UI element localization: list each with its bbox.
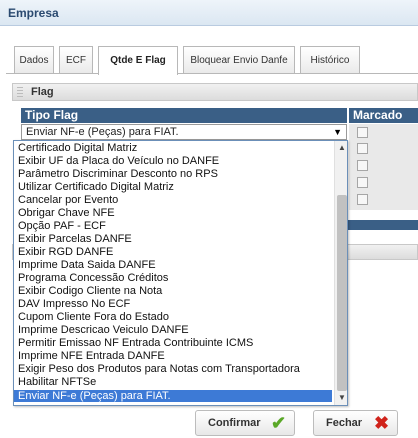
marcado-checkbox[interactable] xyxy=(357,160,368,171)
checkmark-icon: ✔ xyxy=(271,413,287,433)
tab-divider xyxy=(6,73,418,74)
dropdown-option[interactable]: Obrigar Chave NFE xyxy=(14,207,332,219)
dropdown-option-selected[interactable]: Enviar NF-e (Peças) para FIAT. xyxy=(14,390,332,402)
window-title: Empresa xyxy=(8,6,59,20)
tab-bloquear-envio-danfe[interactable]: Bloquear Envio Danfe xyxy=(183,46,295,74)
scroll-down-arrow-icon[interactable]: ▼ xyxy=(335,391,347,405)
scrollbar-thumb[interactable] xyxy=(337,195,347,391)
dropdown-option[interactable]: Opção PAF - ECF xyxy=(14,220,332,232)
dropdown-option[interactable]: Imprime NFE Entrada DANFE xyxy=(14,350,332,362)
tab-qtde-e-flag[interactable]: Qtde E Flag xyxy=(98,46,178,75)
dropdown-scrollbar[interactable]: ▲ ▼ xyxy=(334,141,347,405)
dropdown-option[interactable]: Utilizar Certificado Digital Matriz xyxy=(14,181,332,193)
close-button[interactable]: Fechar ✖ xyxy=(313,410,398,436)
tipo-flag-select[interactable]: Enviar NF-e (Peças) para FIAT. ▼ xyxy=(21,124,347,140)
flag-panel-header: Flag xyxy=(12,83,418,101)
marcado-checkbox[interactable] xyxy=(357,194,368,205)
grip-icon xyxy=(17,87,23,97)
dropdown-arrow-icon[interactable]: ▼ xyxy=(333,125,342,139)
dropdown-option[interactable]: Programa Concessão Créditos xyxy=(14,272,332,284)
tipo-flag-dropdown-list: Certificado Digital Matriz Exibir UF da … xyxy=(13,140,348,406)
confirm-button-label: Confirmar xyxy=(208,417,261,429)
dropdown-option[interactable]: Exibir RGD DANFE xyxy=(14,246,332,258)
marcado-checkbox[interactable] xyxy=(357,127,368,138)
flag-panel-title: Flag xyxy=(31,86,54,98)
close-x-icon: ✖ xyxy=(374,413,390,433)
tab-historico[interactable]: Histórico xyxy=(300,46,360,74)
dropdown-option[interactable]: Imprime Descricao Veiculo DANFE xyxy=(14,324,332,336)
dropdown-option[interactable]: Permitir Emissao NF Entrada Contribuinte… xyxy=(14,337,332,349)
dropdown-option[interactable]: Parâmetro Discriminar Desconto no RPS xyxy=(14,168,332,180)
dropdown-option[interactable]: DAV Impresso No ECF xyxy=(14,298,332,310)
tab-dados[interactable]: Dados xyxy=(14,46,54,74)
window-titlebar: Empresa xyxy=(0,0,418,26)
dropdown-option[interactable]: Imprime Data Saida DANFE xyxy=(14,259,332,271)
dropdown-option[interactable]: Certificado Digital Matriz xyxy=(14,142,332,154)
confirm-button[interactable]: Confirmar ✔ xyxy=(195,410,295,436)
dropdown-option[interactable]: Habilitar NFTSe xyxy=(14,376,332,388)
marcado-checkbox[interactable] xyxy=(357,177,368,188)
dropdown-option[interactable]: Exibir UF da Placa do Veículo no DANFE xyxy=(14,155,332,167)
dropdown-option[interactable]: Cupom Cliente Fora do Estado xyxy=(14,311,332,323)
column-header-tipo-flag[interactable]: Tipo Flag xyxy=(21,108,347,123)
scroll-up-arrow-icon[interactable]: ▲ xyxy=(335,141,347,155)
close-button-label: Fechar xyxy=(326,417,363,429)
tipo-flag-select-value: Enviar NF-e (Peças) para FIAT. xyxy=(26,126,179,138)
dropdown-option[interactable]: Exibir Parcelas DANFE xyxy=(14,233,332,245)
marcado-checkbox[interactable] xyxy=(357,143,368,154)
tab-ecf[interactable]: ECF xyxy=(59,46,93,74)
column-header-marcado[interactable]: Marcado xyxy=(349,108,418,123)
dropdown-option[interactable]: Exigir Peso dos Produtos para Notas com … xyxy=(14,363,332,375)
dropdown-option[interactable]: Cancelar por Evento xyxy=(14,194,332,206)
dropdown-option[interactable]: Exibir Codigo Cliente na Nota xyxy=(14,285,332,297)
